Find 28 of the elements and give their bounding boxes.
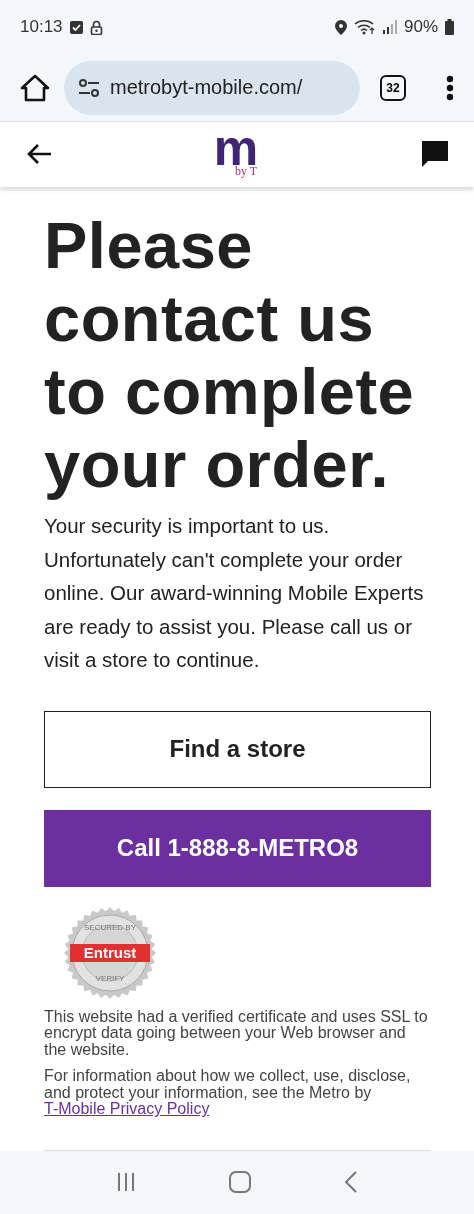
location-icon [334, 19, 347, 35]
home-button-icon[interactable] [229, 1171, 251, 1194]
chat-icon[interactable] [420, 139, 450, 170]
signal-icon [382, 20, 397, 35]
page-heading: Please contact us to complete your order. [44, 209, 416, 502]
url-text: metrobyt-mobile.com/ [110, 76, 303, 100]
address-bar[interactable]: metrobyt-mobile.com/ [64, 60, 360, 115]
wifi-icon [353, 19, 376, 36]
privacy-policy-link[interactable]: T-Mobile Privacy Policy [44, 1100, 210, 1118]
lock-icon [89, 19, 103, 35]
find-store-button[interactable]: Find a store [44, 710, 431, 788]
status-time: 10:13 [20, 17, 63, 38]
site-settings-icon[interactable] [78, 78, 100, 97]
privacy-note: For information about how we collect, use, disclose, and protect your information, see the Metro by T-Mobile Privacy Policy [44, 1068, 412, 1118]
back-arrow-icon[interactable] [26, 143, 52, 166]
call-button[interactable]: Call 1-888-8-METRO8 [44, 809, 431, 887]
home-icon[interactable] [20, 73, 50, 102]
battery-icon [445, 19, 454, 36]
message-text: Your security is important to us. Unfortunately can't complete your order online. Our award-winning Mobile Experts are ready to assist you. Please call us or visit a store to continue. [44, 513, 425, 674]
logo[interactable]: mby T [213, 131, 259, 178]
recent-apps-icon[interactable] [116, 1172, 137, 1193]
checkbox-notification-icon [69, 20, 83, 34]
back-icon[interactable] [343, 1171, 358, 1194]
tab-count-button[interactable]: 32 [380, 74, 406, 101]
ssl-note: This website had a verified certificate and uses SSL to encrypt data going between your Web browser and the website. [44, 1008, 429, 1059]
battery-percentage: 90% [403, 17, 438, 38]
security-seal: SECURED BY Entrust VERIFY [64, 906, 156, 999]
more-options-icon[interactable] [446, 74, 454, 101]
